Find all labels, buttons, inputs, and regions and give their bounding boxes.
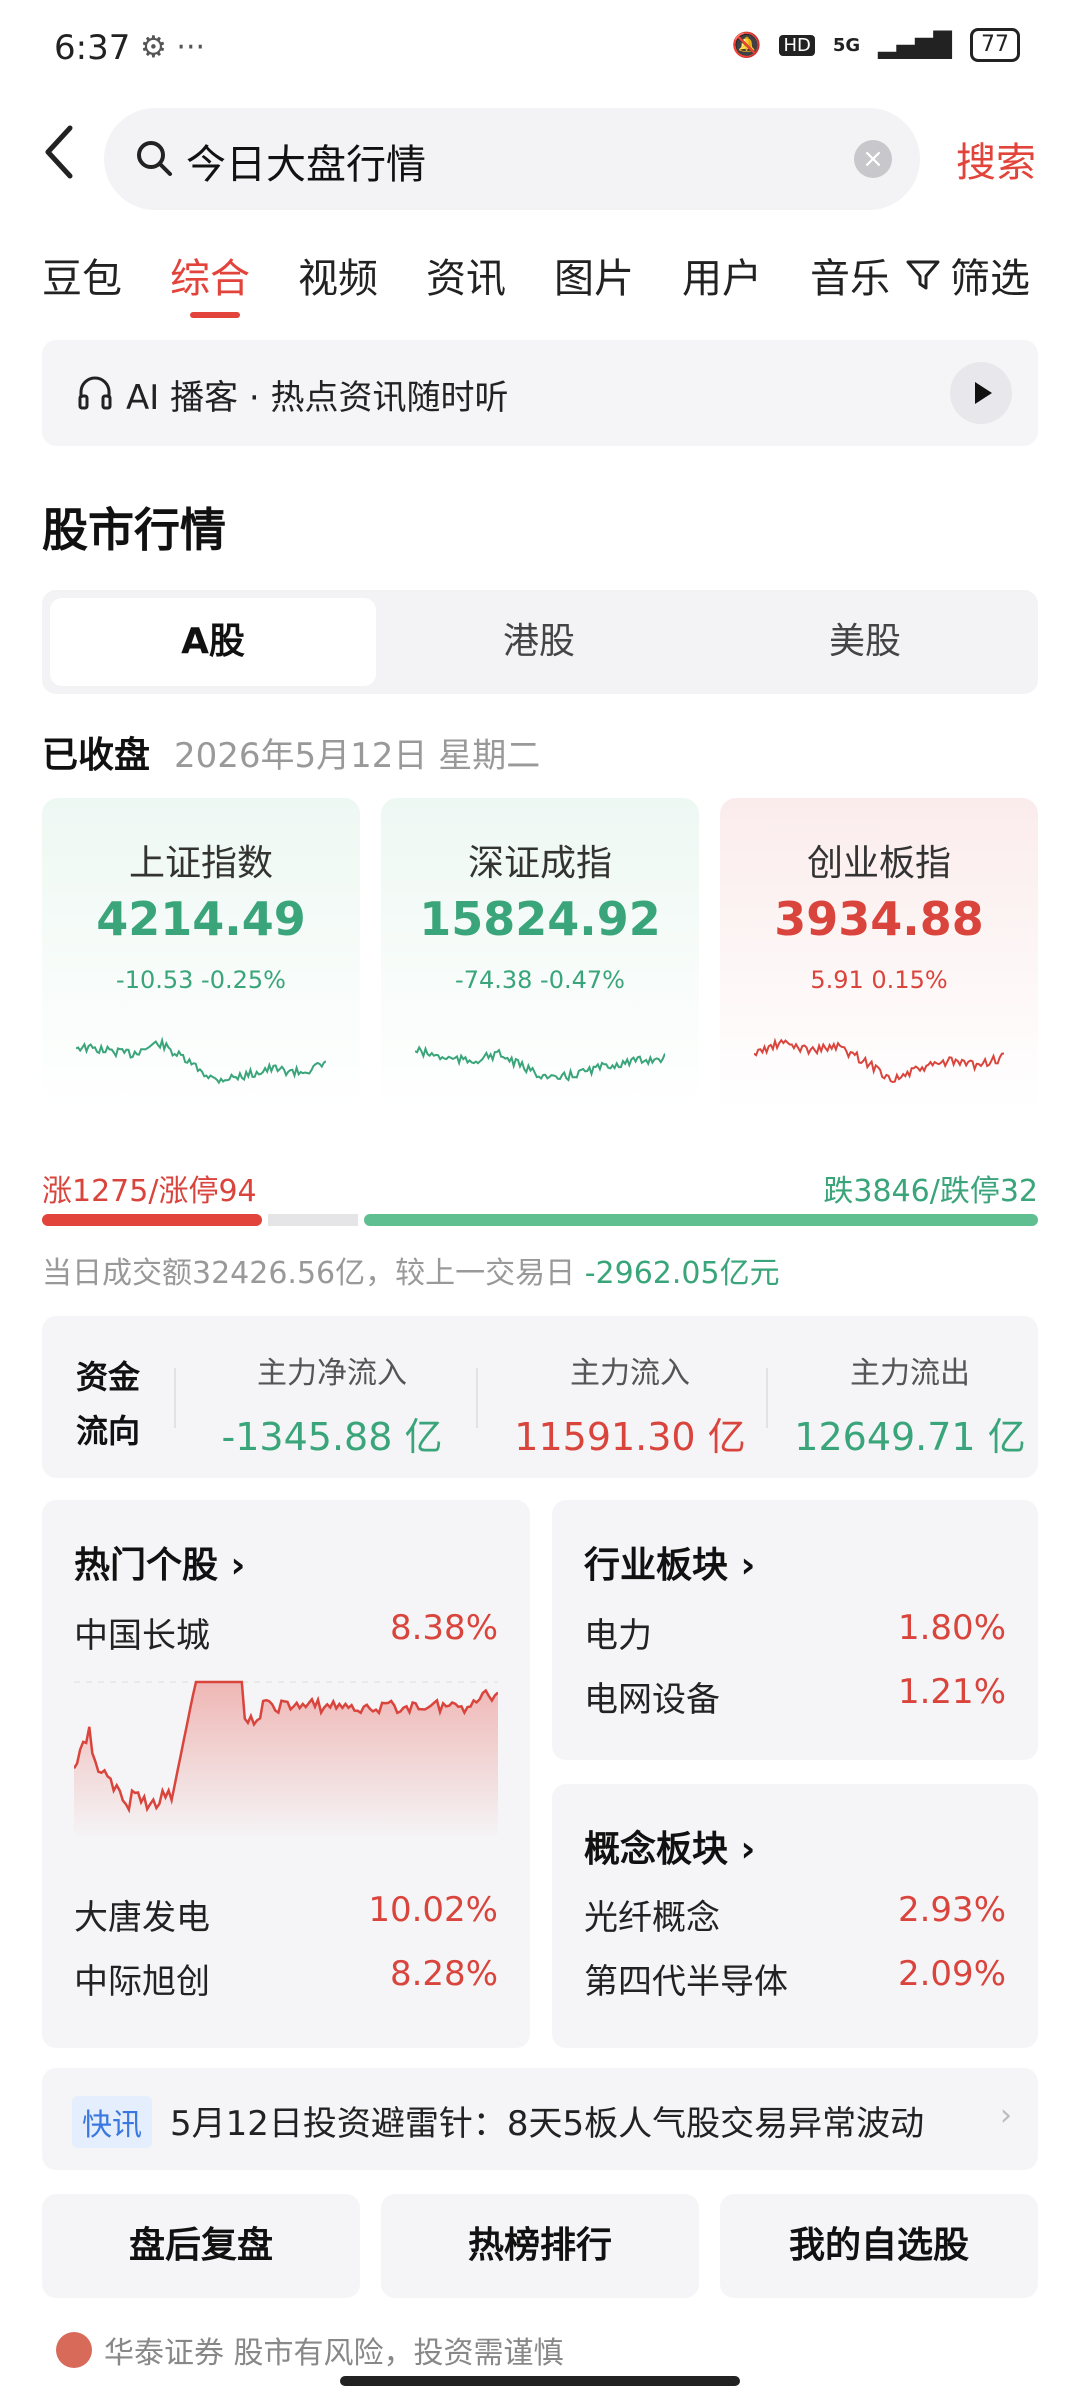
tab-images[interactable]: 图片 (554, 246, 634, 304)
search-icon (137, 141, 172, 176)
flat-bar (268, 1214, 358, 1226)
concept-name[interactable]: 第四代半导体 (584, 1954, 788, 2003)
chevron-left-icon (45, 125, 73, 179)
section-title: 股市行情 (42, 503, 226, 557)
stock-name[interactable]: 中际旭创 (74, 1954, 210, 2003)
flash-news[interactable]: 快讯 5月12日投资避雷针：8天5板人气股交易异常波动 › (42, 2068, 1038, 2170)
post-market-review-button[interactable]: 盘后复盘 (42, 2194, 360, 2298)
filter-icon (906, 260, 940, 290)
market-status: 已收盘 (42, 735, 151, 776)
industry-sector-panel[interactable]: 行业板块 › 电力 1.80% 电网设备 1.21% (552, 1500, 1038, 1760)
fund-flow-label: 资金 流向 (76, 1358, 141, 1450)
sector-pct: 1.21% (897, 1672, 1006, 1712)
index-sparkline (415, 1045, 665, 1082)
hot-stocks-panel[interactable]: 热门个股 › 中国长城 8.38% 大唐发电 10.02% 中际旭创 8.28% (42, 1500, 530, 2048)
index-card-chinext[interactable]: 创业板指 3934.88 5.91 0.15% (720, 798, 1038, 1110)
index-sparkline (754, 1037, 1004, 1084)
watchlist-button[interactable]: 我的自选股 (720, 2194, 1038, 2298)
index-name: 深证成指 (467, 843, 612, 884)
search-box[interactable]: 今日大盘行情 × (104, 108, 920, 210)
status-time: 6:37 (54, 28, 131, 68)
headphones-icon (78, 376, 112, 410)
sector-pct: 1.80% (897, 1608, 1006, 1648)
stock-pct: 8.28% (389, 1954, 498, 1994)
sector-name[interactable]: 电力 (584, 1608, 652, 1657)
index-change: -74.38 -0.47% (455, 966, 625, 994)
sector-name[interactable]: 电网设备 (584, 1672, 720, 1721)
ai-banner-text: AI 播客 · 热点资讯随时听 (126, 378, 509, 418)
rise-bar (42, 1214, 262, 1226)
concept-pct: 2.93% (897, 1890, 1006, 1930)
concept-name[interactable]: 光纤概念 (584, 1890, 720, 1939)
app-badge-icon: ⚙ ··· (140, 30, 206, 65)
rise-count-label: 涨1275/涨停94 (42, 1174, 257, 1209)
turnover-text: 当日成交额32426.56亿，较上一交易日 -2962.05亿元 (42, 1256, 780, 1291)
index-value: 3934.88 (774, 892, 984, 946)
footer-disclaimer: 华泰证券 股市有风险，投资需谨慎 (56, 2328, 564, 2372)
status-icons: 🔕 HD 5G ▂▄▆█ 77 (732, 28, 1020, 62)
status-bar: 6:37 ⚙ ··· 🔕 HD 5G ▂▄▆█ 77 (0, 0, 1080, 100)
play-icon (975, 382, 992, 404)
stock-intraday-chart (74, 1680, 498, 1840)
signal-icon: ▂▄▆█ (878, 31, 952, 59)
fall-bar (364, 1214, 1038, 1226)
segment-us-shares[interactable]: 美股 (702, 598, 1028, 686)
main-outflow: 主力流出 12649.71 亿 (794, 1356, 1026, 1459)
tab-general[interactable]: 综合 (170, 246, 250, 304)
divider (174, 1368, 176, 1428)
broker-logo-icon (56, 2332, 92, 2368)
net-inflow: 主力净流入 -1345.88 亿 (221, 1356, 443, 1459)
hot-stocks-title[interactable]: 热门个股 › (74, 1536, 245, 1588)
tab-news[interactable]: 资讯 (426, 246, 506, 304)
hd-badge: HD (779, 34, 815, 56)
mute-icon: 🔕 (731, 31, 762, 59)
main-inflow: 主力流入 11591.30 亿 (514, 1356, 746, 1459)
filter-label: 筛选 (950, 256, 1030, 302)
stock-name: 中国长城 (74, 1616, 210, 1656)
tab-video[interactable]: 视频 (298, 246, 378, 304)
home-indicator[interactable] (340, 2376, 740, 2386)
index-value: 15824.92 (419, 892, 661, 946)
segment-hk-shares[interactable]: 港股 (376, 598, 702, 686)
network-label: 5G (832, 34, 861, 56)
industry-title[interactable]: 行业板块 › (584, 1536, 755, 1588)
market-segment-control: A股 港股 美股 (42, 590, 1038, 694)
flash-news-text: 5月12日投资避雷针：8天5板人气股交易异常波动 (170, 2104, 925, 2144)
back-button[interactable] (40, 122, 90, 192)
index-change: -10.53 -0.25% (116, 966, 286, 994)
stock-name[interactable]: 大唐发电 (74, 1890, 210, 1939)
concept-pct: 2.09% (897, 1954, 1006, 1994)
concept-sector-panel[interactable]: 概念板块 › 光纤概念 2.93% 第四代半导体 2.09% (552, 1784, 1038, 2048)
active-tab-indicator (190, 312, 240, 318)
filter-button[interactable]: 筛选 (896, 246, 1030, 304)
index-name: 创业板指 (806, 843, 951, 884)
search-input[interactable]: 今日大盘行情 (186, 132, 426, 190)
index-card-shenzhen[interactable]: 深证成指 15824.92 -74.38 -0.47% (381, 798, 699, 1110)
market-date: 2026年5月12日 星期二 (174, 736, 541, 776)
index-card-shanghai[interactable]: 上证指数 4214.49 -10.53 -0.25% (42, 798, 360, 1110)
index-sparkline (76, 1036, 326, 1085)
concept-title[interactable]: 概念板块 › (584, 1820, 755, 1872)
play-button[interactable] (950, 362, 1012, 424)
segment-a-shares[interactable]: A股 (50, 598, 376, 686)
search-button[interactable]: 搜索 (956, 130, 1036, 188)
fund-flow-panel[interactable]: 资金 流向 主力净流入 -1345.88 亿 主力流入 11591.30 亿 主力… (42, 1316, 1038, 1478)
hot-ranking-button[interactable]: 热榜排行 (381, 2194, 699, 2298)
divider (476, 1368, 478, 1428)
battery-icon: 77 (970, 28, 1020, 62)
flash-news-tag: 快讯 (72, 2096, 152, 2148)
index-value: 4214.49 (96, 892, 306, 946)
tab-users[interactable]: 用户 (682, 246, 762, 304)
divider (766, 1368, 768, 1428)
stock-pct: 10.02% (368, 1890, 498, 1930)
chevron-right-icon: › (1000, 2098, 1012, 2133)
clear-icon[interactable]: × (854, 140, 892, 178)
tab-music[interactable]: 音乐 (810, 246, 890, 304)
tab-doubao[interactable]: 豆包 (42, 246, 122, 304)
stock-pct: 8.38% (389, 1608, 498, 1648)
ai-podcast-banner[interactable]: AI 播客 · 热点资讯随时听 (42, 340, 1038, 446)
index-change: 5.91 0.15% (810, 966, 948, 994)
fall-count-label: 跌3846/跌停32 (823, 1174, 1038, 1209)
index-name: 上证指数 (128, 843, 273, 884)
